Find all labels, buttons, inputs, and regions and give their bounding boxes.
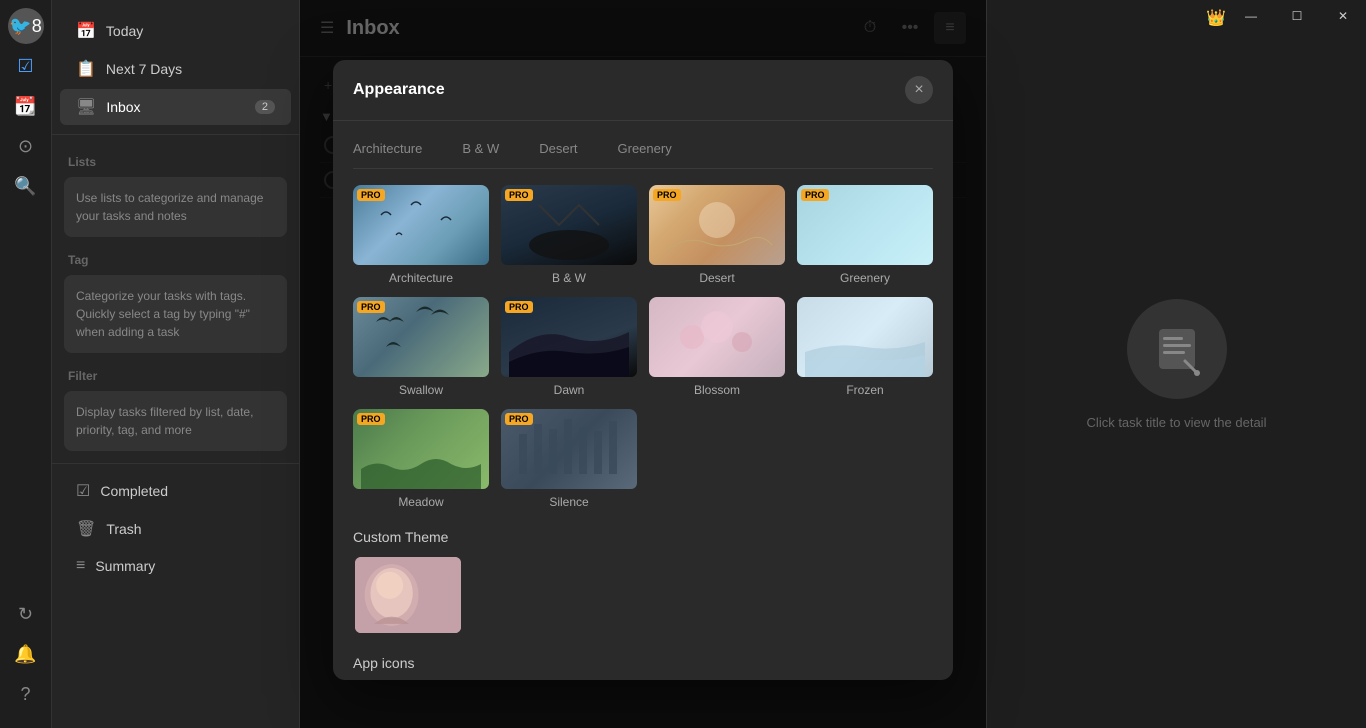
- theme-silence[interactable]: PRO Silence: [501, 409, 637, 509]
- theme-frozen[interactable]: Frozen: [797, 297, 933, 397]
- minimize-button[interactable]: —: [1228, 0, 1274, 32]
- theme-bw[interactable]: PRO B & W: [501, 185, 637, 285]
- sidebar-item-habit-icon[interactable]: ⊙: [8, 128, 44, 164]
- sidebar-item-trash[interactable]: 🗑 Trash: [60, 511, 291, 547]
- sidebar-item-today-label: Today: [106, 23, 143, 39]
- sidebar-item-inbox[interactable]: 🖥 Inbox 2: [60, 89, 291, 125]
- notification-badge: 8: [32, 16, 42, 37]
- modal-title: Appearance: [353, 81, 445, 99]
- today-icon: ☑: [17, 56, 33, 77]
- close-button[interactable]: ✕: [1320, 0, 1366, 32]
- sidebar-item-next7days-label: Next 7 Days: [106, 61, 182, 77]
- sidebar-item-today[interactable]: 📅 Today: [60, 13, 291, 49]
- sidebar-item-summary[interactable]: ≡ Summary: [60, 549, 291, 583]
- sync-icon: ↻: [18, 604, 33, 625]
- filter-section-title: Filter: [52, 357, 299, 387]
- custom-theme-label: Custom Theme: [353, 529, 933, 545]
- theme-tabs: Architecture B & W Desert Greenery: [353, 141, 933, 169]
- modal-overlay: Appearance × Architecture B & W Desert G…: [300, 0, 986, 728]
- theme-frozen-label: Frozen: [797, 383, 933, 397]
- divider-1: [52, 134, 299, 135]
- sidebar-item-completed[interactable]: ☑ Completed: [60, 473, 291, 509]
- app-icons-section: App icons: [353, 655, 933, 680]
- crown-icon: 👑: [1206, 8, 1226, 28]
- theme-swallow[interactable]: PRO Swallow: [353, 297, 489, 397]
- bell-icon: 🔔: [14, 644, 36, 665]
- next7days-icon: 📋: [76, 59, 96, 79]
- tab-desert[interactable]: Desert: [539, 141, 577, 160]
- sidebar-item-help-icon[interactable]: ?: [8, 676, 44, 712]
- help-icon: ?: [20, 684, 30, 705]
- modal-header: Appearance ×: [333, 60, 953, 121]
- theme-desert[interactable]: PRO Desert: [649, 185, 785, 285]
- theme-silence-label: Silence: [501, 495, 637, 509]
- theme-grid: PRO Architecture: [353, 185, 933, 509]
- theme-meadow-label: Meadow: [353, 495, 489, 509]
- calendar-icon: 📆: [14, 96, 36, 117]
- sidebar-item-trash-label: Trash: [106, 521, 141, 537]
- tag-section-title: Tag: [52, 241, 299, 271]
- inbox-badge: 2: [255, 100, 275, 114]
- divider-2: [52, 463, 299, 464]
- window-chrome: 👑 — ☐ ✕: [1228, 0, 1366, 32]
- app-icons-label: App icons: [353, 655, 933, 671]
- trash-icon: 🗑: [76, 519, 96, 539]
- lists-description: Use lists to categorize and manage your …: [64, 177, 287, 237]
- pro-badge: PRO: [801, 189, 829, 201]
- sidebar-item-calendar-icon[interactable]: 📆: [8, 88, 44, 124]
- summary-icon: ≡: [76, 557, 85, 575]
- theme-blossom[interactable]: Blossom: [649, 297, 785, 397]
- inbox-icon: 🖥: [76, 97, 96, 117]
- theme-greenery[interactable]: PRO Greenery: [797, 185, 933, 285]
- icon-bar: 🐦 8 ☑ 📆 ⊙ 🔍 ↻ 🔔 ?: [0, 0, 52, 728]
- today-nav-icon: 📅: [76, 21, 96, 41]
- habit-icon: ⊙: [18, 136, 33, 157]
- theme-desert-label: Desert: [649, 271, 785, 285]
- sidebar: 📅 Today 📋 Next 7 Days 🖥 Inbox 2 Lists Us…: [52, 0, 300, 728]
- appearance-modal: Appearance × Architecture B & W Desert G…: [333, 60, 953, 680]
- sidebar-item-today-icon[interactable]: ☑: [8, 48, 44, 84]
- theme-swallow-label: Swallow: [353, 383, 489, 397]
- modal-close-button[interactable]: ×: [905, 76, 933, 104]
- custom-theme-section: Custom Theme: [353, 529, 933, 635]
- avatar[interactable]: 🐦 8: [8, 8, 44, 44]
- sidebar-item-sync-icon[interactable]: ↻: [8, 596, 44, 632]
- tab-architecture[interactable]: Architecture: [353, 141, 422, 160]
- tag-description: Categorize your tasks with tags. Quickly…: [64, 275, 287, 353]
- lists-section-title: Lists: [52, 143, 299, 173]
- sidebar-item-search-icon[interactable]: 🔍: [8, 168, 44, 204]
- theme-meadow[interactable]: PRO Meadow: [353, 409, 489, 509]
- sidebar-item-inbox-label: Inbox: [106, 99, 140, 115]
- sidebar-item-summary-label: Summary: [95, 558, 155, 574]
- maximize-button[interactable]: ☐: [1274, 0, 1320, 32]
- completed-icon: ☑: [76, 481, 90, 501]
- theme-architecture-label: Architecture: [353, 271, 489, 285]
- right-panel-icon: [1127, 299, 1227, 399]
- theme-greenery-label: Greenery: [797, 271, 933, 285]
- theme-architecture[interactable]: PRO Architecture: [353, 185, 489, 285]
- sidebar-item-bell-icon[interactable]: 🔔: [8, 636, 44, 672]
- right-panel: Click task title to view the detail: [986, 0, 1366, 728]
- main-content: ☰ Inbox ⏱ ••• ≡ + + Add t ▼ No Date Welc…: [300, 0, 986, 728]
- avatar-image: 🐦: [9, 16, 31, 37]
- theme-dawn[interactable]: PRO Dawn: [501, 297, 637, 397]
- tab-bw[interactable]: B & W: [462, 141, 499, 160]
- theme-bw-label: B & W: [501, 271, 637, 285]
- search-icon: 🔍: [14, 176, 36, 197]
- sidebar-item-completed-label: Completed: [100, 483, 168, 499]
- sidebar-item-next7days[interactable]: 📋 Next 7 Days: [60, 51, 291, 87]
- modal-body: Architecture B & W Desert Greenery PRO: [333, 121, 953, 680]
- theme-dawn-label: Dawn: [501, 383, 637, 397]
- theme-blossom-label: Blossom: [649, 383, 785, 397]
- tab-greenery[interactable]: Greenery: [618, 141, 672, 160]
- custom-theme-thumb[interactable]: [353, 555, 463, 635]
- filter-description: Display tasks filtered by list, date, pr…: [64, 391, 287, 451]
- right-panel-hint: Click task title to view the detail: [1087, 415, 1267, 430]
